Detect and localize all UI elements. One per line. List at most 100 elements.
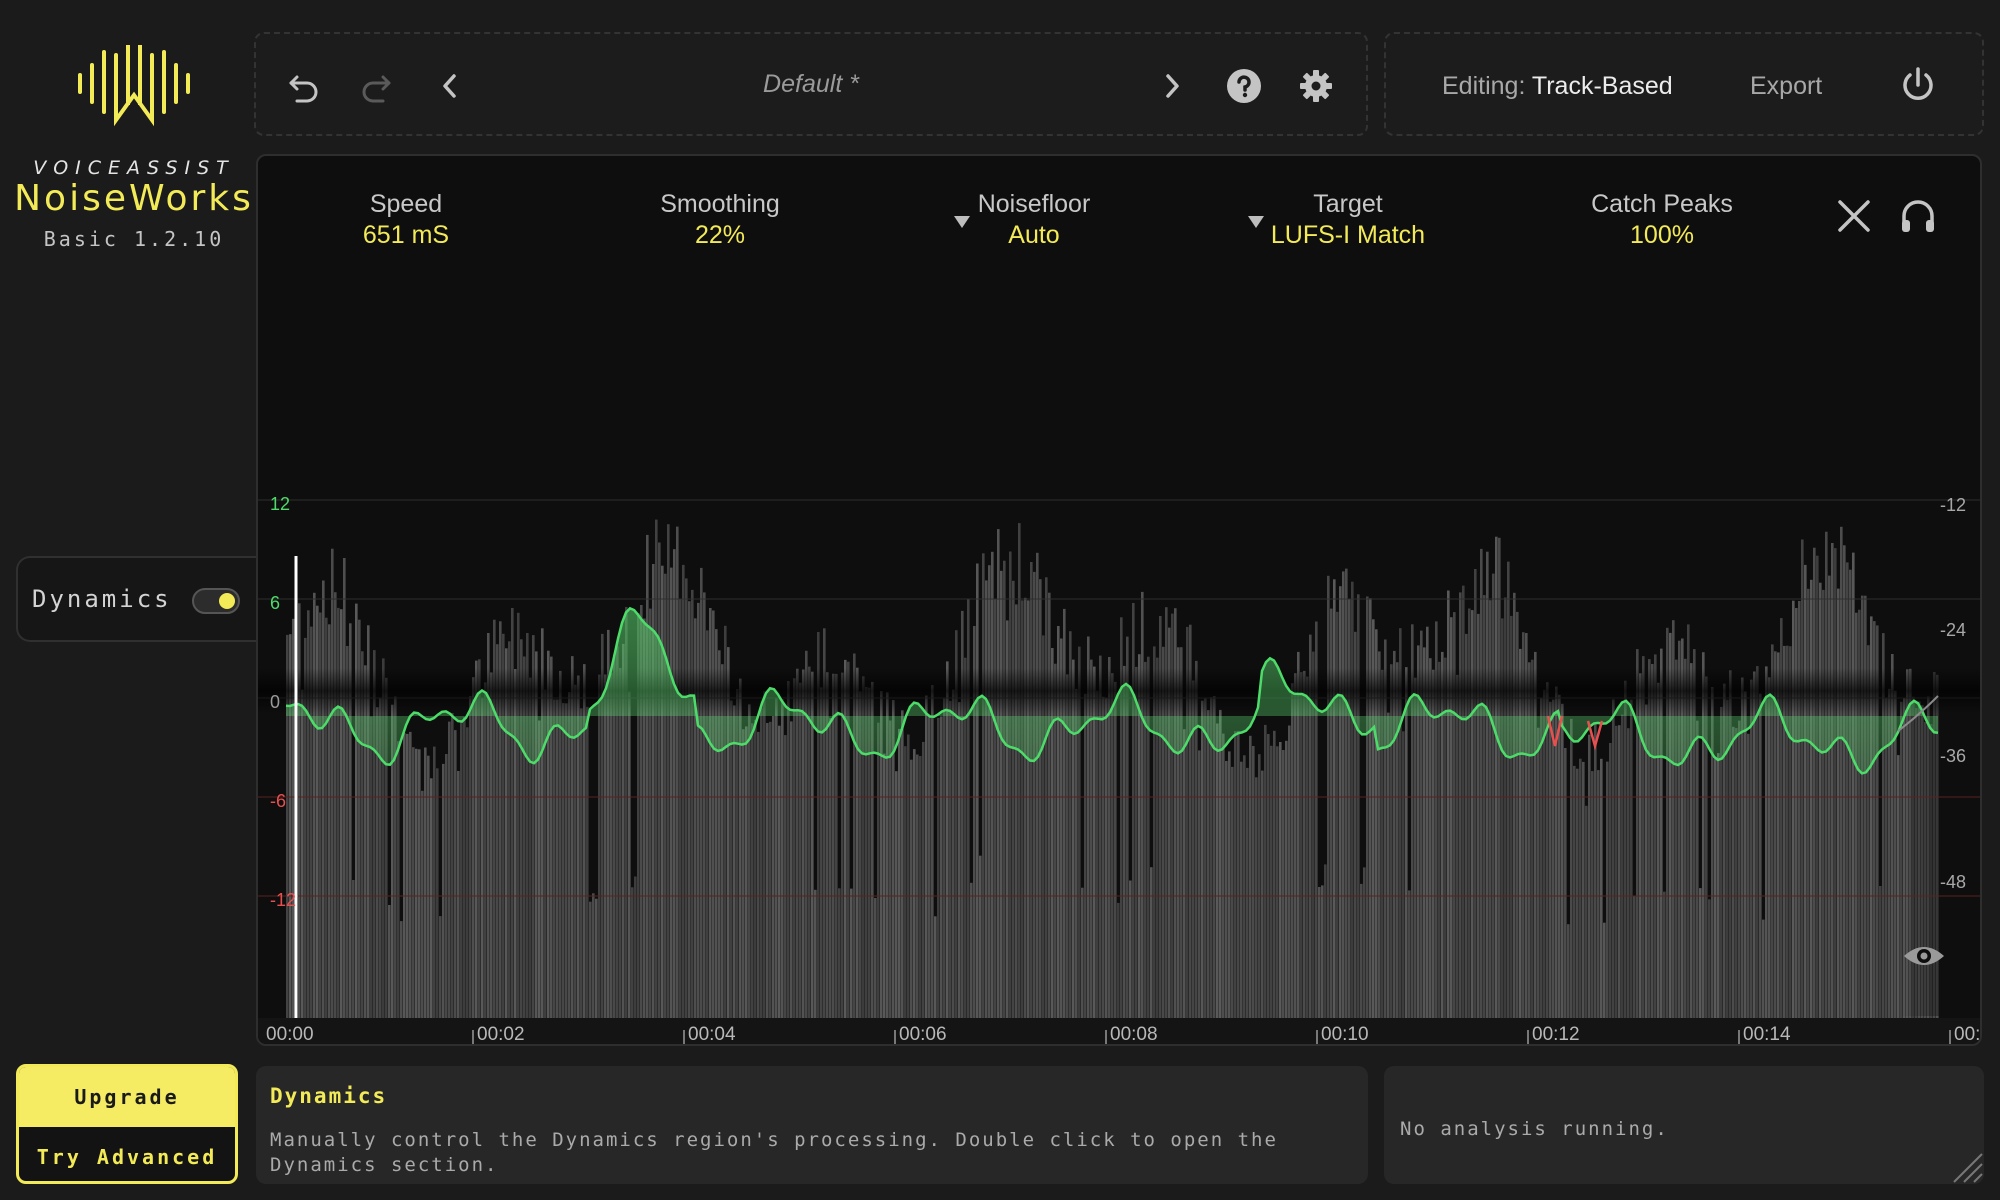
level-bar bbox=[1279, 742, 1282, 1018]
undo-icon[interactable] bbox=[282, 64, 326, 108]
level-bar bbox=[1405, 667, 1408, 1018]
level-bar bbox=[832, 673, 835, 1018]
status-text: No analysis running. bbox=[1400, 1118, 1669, 1140]
level-bar bbox=[1483, 595, 1486, 1018]
level-bar bbox=[418, 749, 421, 1018]
level-bar bbox=[682, 564, 685, 1018]
param-smoothing[interactable]: Smoothing 22% bbox=[600, 190, 840, 250]
level-bar bbox=[442, 763, 445, 1018]
export-button[interactable]: Export bbox=[1750, 72, 1822, 101]
level-bar bbox=[1624, 680, 1627, 1018]
level-bar bbox=[1663, 891, 1666, 1018]
level-bar bbox=[1570, 718, 1573, 1018]
level-bar bbox=[847, 661, 850, 1018]
level-bar bbox=[820, 687, 823, 1018]
level-bar bbox=[1360, 883, 1363, 1018]
level-bar bbox=[901, 710, 904, 1018]
level-bar bbox=[1270, 745, 1273, 1018]
power-icon[interactable] bbox=[1896, 64, 1940, 108]
param-catch-peaks[interactable]: Catch Peaks 100% bbox=[1542, 190, 1782, 250]
level-bar bbox=[691, 589, 694, 1018]
info-title: Dynamics bbox=[270, 1084, 388, 1108]
time-axis-label: 00:10 bbox=[1321, 1024, 1369, 1045]
preset-name[interactable]: Default * bbox=[686, 70, 936, 99]
waveform-plot[interactable]: 12 6 0 -6 -12 -12 -24 -36 -48 00:00 00:02 00:04 00:0… bbox=[258, 156, 1982, 1046]
level-bar bbox=[1879, 886, 1882, 1018]
level-bar bbox=[778, 725, 781, 1018]
level-bar bbox=[412, 747, 415, 1018]
level-bar bbox=[1261, 770, 1264, 1018]
dynamics-visualizer[interactable]: 12 6 0 -6 -12 -12 -24 -36 -48 00:00 00:02 00:04 00:0… bbox=[256, 154, 1982, 1046]
level-bar bbox=[766, 723, 769, 1018]
level-bar bbox=[298, 603, 301, 1018]
level-bar bbox=[943, 698, 946, 1018]
param-target[interactable]: Target LUFS-I Match bbox=[1228, 190, 1468, 250]
level-bar bbox=[1597, 770, 1600, 1018]
level-bar bbox=[934, 916, 937, 1018]
level-bar bbox=[1474, 569, 1477, 1018]
level-bar bbox=[1222, 733, 1225, 1018]
dynamics-tab[interactable]: Dynamics bbox=[16, 556, 258, 642]
level-bar bbox=[1351, 581, 1354, 1018]
level-bar bbox=[814, 889, 817, 1018]
level-bar bbox=[595, 898, 598, 1018]
gear-icon[interactable] bbox=[1294, 64, 1338, 108]
level-bar bbox=[1765, 666, 1768, 1018]
upgrade-button[interactable]: Upgrade bbox=[19, 1067, 235, 1127]
level-bar bbox=[916, 754, 919, 1018]
level-bar bbox=[1348, 599, 1351, 1018]
upgrade-panel: Upgrade Try Advanced bbox=[16, 1064, 238, 1184]
level-bar bbox=[1036, 552, 1039, 1018]
level-axis-label: -12 bbox=[1940, 495, 1966, 515]
level-bar bbox=[1852, 552, 1855, 1018]
level-bar bbox=[703, 592, 706, 1018]
level-bar bbox=[1627, 728, 1630, 1018]
param-speed[interactable]: Speed 651 mS bbox=[286, 190, 526, 250]
editing-mode-selector[interactable]: Editing: Track-Based bbox=[1442, 72, 1673, 101]
level-bar bbox=[1300, 672, 1303, 1018]
level-bar bbox=[1105, 698, 1108, 1018]
level-bar bbox=[1504, 597, 1507, 1018]
level-bar bbox=[1576, 768, 1579, 1018]
level-bar bbox=[1144, 661, 1147, 1018]
help-icon[interactable] bbox=[1222, 64, 1266, 108]
level-bar bbox=[1447, 590, 1450, 1018]
level-bar bbox=[1561, 703, 1564, 1018]
param-noisefloor[interactable]: Noisefloor Auto bbox=[914, 190, 1154, 250]
level-bar bbox=[1024, 597, 1027, 1018]
level-bar bbox=[1333, 579, 1336, 1018]
level-bar bbox=[763, 690, 766, 1018]
level-bar bbox=[1264, 724, 1267, 1018]
param-smoothing-name: Smoothing bbox=[660, 190, 780, 218]
level-bar bbox=[1198, 750, 1201, 1018]
level-bar bbox=[1396, 662, 1399, 1018]
time-axis-label: 00:1 bbox=[1954, 1024, 1982, 1045]
headphones-icon[interactable] bbox=[1898, 196, 1938, 236]
chevron-right-icon[interactable] bbox=[1150, 64, 1194, 108]
level-bar bbox=[1414, 677, 1417, 1018]
level-bar bbox=[1318, 887, 1321, 1018]
time-axis-label: 00:00 bbox=[266, 1024, 314, 1045]
level-bar bbox=[1747, 733, 1750, 1018]
level-bar bbox=[1804, 564, 1807, 1018]
level-bar bbox=[439, 916, 442, 1018]
resize-grip-icon[interactable] bbox=[1944, 1144, 1984, 1184]
level-axis-label: -36 bbox=[1940, 746, 1966, 766]
level-bar bbox=[403, 733, 406, 1018]
level-bar bbox=[1549, 701, 1552, 1018]
try-advanced-button[interactable]: Try Advanced bbox=[19, 1127, 235, 1181]
dynamics-toggle[interactable] bbox=[192, 588, 240, 614]
level-bar bbox=[1258, 754, 1261, 1018]
time-axis-label: 00:12 bbox=[1532, 1024, 1580, 1045]
chevron-left-icon[interactable] bbox=[428, 64, 472, 108]
level-bar bbox=[388, 905, 391, 1018]
level-bar bbox=[1339, 586, 1342, 1018]
level-bar bbox=[466, 727, 469, 1018]
level-bar bbox=[949, 700, 952, 1018]
level-bar bbox=[424, 747, 427, 1018]
redo-icon[interactable] bbox=[354, 64, 398, 108]
level-bar bbox=[838, 888, 841, 1018]
level-bar bbox=[469, 696, 472, 1018]
level-bar bbox=[1528, 662, 1531, 1018]
close-icon[interactable] bbox=[1834, 196, 1874, 236]
